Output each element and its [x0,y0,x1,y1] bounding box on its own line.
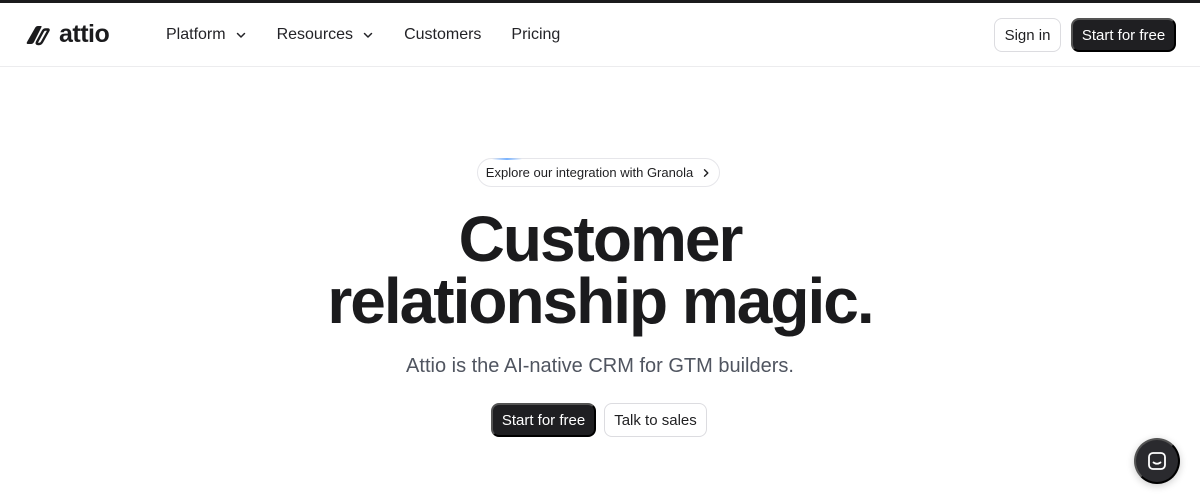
start-for-free-header-button[interactable]: Start for free [1071,18,1176,52]
attio-logo-icon [26,26,50,46]
talk-to-sales-button[interactable]: Talk to sales [604,403,707,437]
hero-cta-row: Start for free Talk to sales [491,403,707,437]
sign-in-button[interactable]: Sign in [994,18,1061,52]
chevron-down-icon [363,32,373,38]
nav-item-customers[interactable]: Customers [404,26,481,44]
announcement-text: Explore our integration with Granola [485,165,694,180]
start-for-free-button[interactable]: Start for free [491,403,596,437]
nav-item-platform[interactable]: Platform [166,26,247,44]
nav-item-pricing[interactable]: Pricing [511,26,560,44]
chat-icon [1148,452,1166,470]
nav-item-label: Customers [404,26,482,43]
nav-item-label: Pricing [511,26,561,43]
site-header: attio Platform Resources Customers Prici… [0,3,1200,67]
hero-headline: Customer relationship magic. [0,203,1200,337]
brand-logo[interactable]: attio [25,20,110,48]
hero-subheadline: Attio is the AI-native CRM for GTM build… [406,355,794,377]
chat-launcher-button[interactable] [1134,438,1180,484]
nav-item-label: Platform [166,26,226,43]
brand-name: attio [59,20,110,48]
chevron-down-icon [236,32,245,38]
nav-item-label: Resources [276,26,354,43]
announcement-glow [492,158,522,160]
main-nav: Platform Resources Customers Pricing [166,23,590,47]
announcement-pill[interactable]: Explore our integration with Granola [477,158,720,187]
headline-line-1: Customer [458,203,744,275]
nav-item-resources[interactable]: Resources [277,26,374,44]
chevron-right-icon [703,168,709,177]
headline-line-2: relationship magic. [327,265,874,337]
